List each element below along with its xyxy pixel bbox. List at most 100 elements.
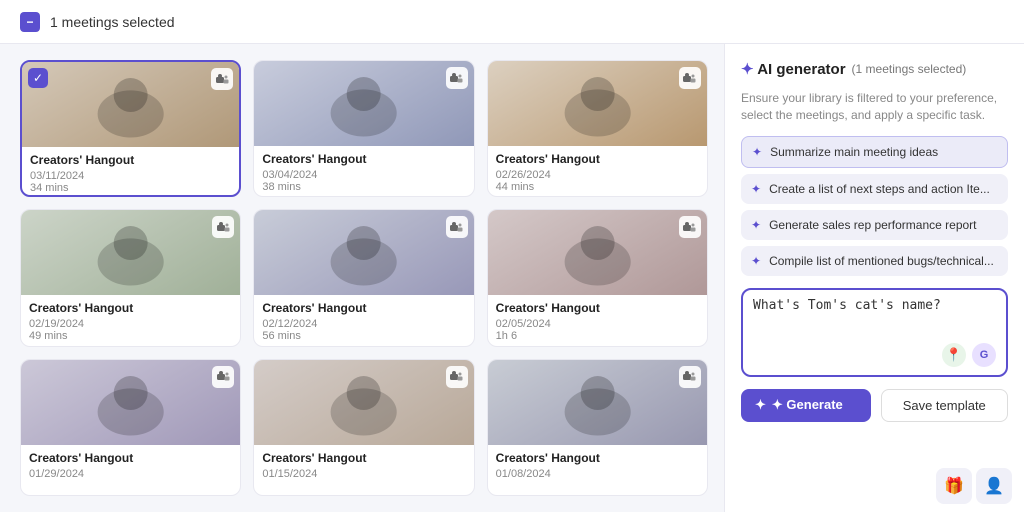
participant-icon	[679, 67, 701, 89]
meeting-card[interactable]: Creators' Hangout 03/04/2024 38 mins	[253, 60, 474, 197]
suggestion-sparkle-icon: ✦	[751, 254, 761, 268]
meeting-title: Creators' Hangout	[29, 451, 232, 465]
meeting-title: Creators' Hangout	[262, 301, 465, 315]
meeting-thumbnail	[21, 210, 240, 295]
meeting-title: Creators' Hangout	[496, 301, 699, 315]
meeting-date: 02/12/2024	[262, 318, 465, 330]
person-illustration	[21, 360, 240, 445]
ai-title: ✦ AI generator	[741, 60, 846, 78]
meeting-thumbnail	[488, 61, 707, 146]
ai-suggestions-list: ✦ Summarize main meeting ideas✦ Create a…	[741, 136, 1008, 276]
ai-actions: ✦ ✦ Generate Save template	[741, 389, 1008, 422]
suggestion-sparkle-icon: ✦	[752, 145, 762, 159]
meeting-thumbnail	[254, 210, 473, 295]
suggestion-text: Compile list of mentioned bugs/technical…	[769, 254, 994, 268]
meeting-info: Creators' Hangout 02/12/2024 56 mins	[254, 295, 473, 346]
meeting-date: 01/08/2024	[496, 468, 699, 480]
save-template-button[interactable]: Save template	[881, 389, 1009, 422]
meeting-card[interactable]: Creators' Hangout 02/05/2024 1h 6	[487, 209, 708, 346]
meeting-title: Creators' Hangout	[29, 301, 232, 315]
meeting-date: 02/26/2024	[496, 169, 699, 181]
person-illustration	[488, 210, 707, 295]
selected-checkmark: ✓	[28, 68, 48, 88]
person-illustration	[254, 61, 473, 146]
meeting-info: Creators' Hangout 02/26/2024 44 mins	[488, 146, 707, 197]
person-illustration	[488, 61, 707, 146]
meeting-thumbnail	[21, 360, 240, 445]
meeting-date: 03/11/2024	[30, 170, 231, 182]
meeting-info: Creators' Hangout 03/04/2024 38 mins	[254, 146, 473, 197]
generate-sparkle-icon: ✦	[755, 397, 766, 413]
participant-icon	[446, 216, 468, 238]
main-content: ✓ Creators' Hangout 03/11/2024 34 mins	[0, 44, 1024, 512]
ai-description: Ensure your library is filtered to your …	[741, 90, 1008, 124]
meeting-card[interactable]: Creators' Hangout 01/08/2024	[487, 359, 708, 496]
participant-icon	[211, 68, 233, 90]
meeting-card[interactable]: ✓ Creators' Hangout 03/11/2024 34 mins	[20, 60, 241, 197]
gift-icon[interactable]: 🎁	[936, 468, 972, 504]
meeting-info: Creators' Hangout 01/15/2024	[254, 445, 473, 488]
meeting-duration: 56 mins	[262, 330, 465, 342]
suggestion-sparkle-icon: ✦	[751, 182, 761, 196]
top-bar: − 1 meetings selected	[0, 0, 1024, 44]
ai-selected-count: (1 meetings selected)	[852, 62, 967, 76]
grammarly-icon[interactable]: G	[972, 343, 996, 367]
suggestion-sparkle-icon: ✦	[751, 218, 761, 232]
ai-suggestion-item[interactable]: ✦ Generate sales rep performance report	[741, 210, 1008, 240]
meeting-info: Creators' Hangout 03/11/2024 34 mins	[22, 147, 239, 197]
meetings-grid: ✓ Creators' Hangout 03/11/2024 34 mins	[0, 44, 724, 512]
person-illustration	[22, 62, 239, 147]
meeting-card[interactable]: Creators' Hangout 02/26/2024 44 mins	[487, 60, 708, 197]
generate-button[interactable]: ✦ ✦ Generate	[741, 389, 871, 422]
meeting-duration: 34 mins	[30, 182, 231, 194]
bottom-bar: 🎁 👤	[924, 460, 1024, 512]
ai-input-area: 📍 G	[741, 288, 1008, 377]
meeting-date: 01/15/2024	[262, 468, 465, 480]
meeting-card[interactable]: Creators' Hangout 01/15/2024	[253, 359, 474, 496]
suggestion-text: Create a list of next steps and action I…	[769, 182, 990, 196]
meeting-date: 02/19/2024	[29, 318, 232, 330]
sparkle-icon: ✦	[741, 61, 754, 78]
person-illustration	[254, 210, 473, 295]
meeting-info: Creators' Hangout 01/08/2024	[488, 445, 707, 488]
meeting-date: 03/04/2024	[262, 169, 465, 181]
meeting-title: Creators' Hangout	[496, 451, 699, 465]
meeting-info: Creators' Hangout 01/29/2024	[21, 445, 240, 488]
meeting-title: Creators' Hangout	[496, 152, 699, 166]
person-illustration	[254, 360, 473, 445]
participant-icon	[446, 366, 468, 388]
meeting-date: 01/29/2024	[29, 468, 232, 480]
meeting-thumbnail	[254, 360, 473, 445]
location-icon[interactable]: 📍	[942, 343, 966, 367]
meeting-thumbnail	[254, 61, 473, 146]
participant-icon	[212, 216, 234, 238]
selection-label: 1 meetings selected	[50, 14, 175, 30]
meeting-card[interactable]: Creators' Hangout 02/19/2024 49 mins	[20, 209, 241, 346]
meeting-card[interactable]: Creators' Hangout 01/29/2024	[20, 359, 241, 496]
ai-suggestion-item[interactable]: ✦ Compile list of mentioned bugs/technic…	[741, 246, 1008, 276]
meeting-info: Creators' Hangout 02/19/2024 49 mins	[21, 295, 240, 346]
ai-input-icons: 📍 G	[753, 343, 996, 367]
participant-icon	[679, 366, 701, 388]
ai-custom-input[interactable]	[753, 298, 996, 334]
meeting-title: Creators' Hangout	[262, 451, 465, 465]
suggestion-text: Generate sales rep performance report	[769, 218, 976, 232]
ai-suggestion-item[interactable]: ✦ Create a list of next steps and action…	[741, 174, 1008, 204]
meeting-duration: 1h 6	[496, 330, 699, 342]
meeting-title: Creators' Hangout	[262, 152, 465, 166]
suggestion-text: Summarize main meeting ideas	[770, 145, 938, 159]
meeting-card[interactable]: Creators' Hangout 02/12/2024 56 mins	[253, 209, 474, 346]
ai-panel-header: ✦ AI generator (1 meetings selected)	[741, 60, 1008, 78]
person-illustration	[488, 360, 707, 445]
meeting-info: Creators' Hangout 02/05/2024 1h 6	[488, 295, 707, 346]
meeting-thumbnail: ✓	[22, 62, 239, 147]
meeting-duration: 44 mins	[496, 181, 699, 193]
meeting-duration: 38 mins	[262, 181, 465, 193]
meeting-thumbnail	[488, 210, 707, 295]
user-icon[interactable]: 👤	[976, 468, 1012, 504]
ai-panel: ✦ AI generator (1 meetings selected) Ens…	[724, 44, 1024, 512]
ai-suggestion-item[interactable]: ✦ Summarize main meeting ideas	[741, 136, 1008, 168]
participant-icon	[212, 366, 234, 388]
participant-icon	[679, 216, 701, 238]
meeting-thumbnail	[488, 360, 707, 445]
